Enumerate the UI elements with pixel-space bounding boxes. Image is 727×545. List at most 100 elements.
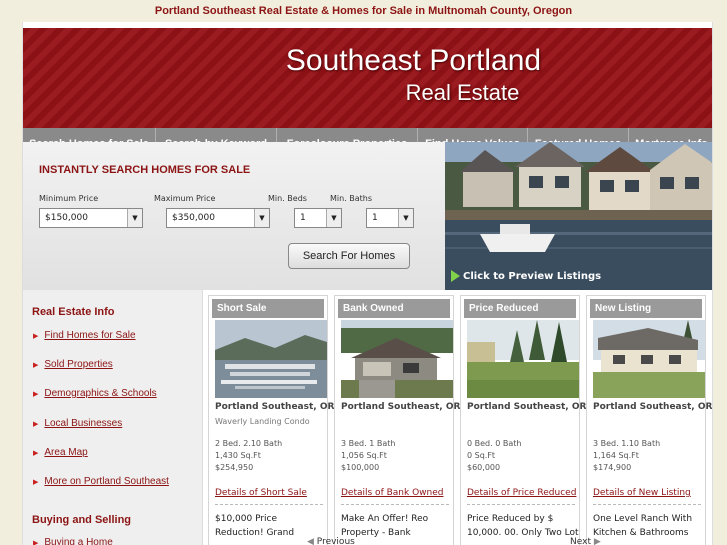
- site-banner[interactable]: Southeast Portland Real Estate: [23, 28, 712, 128]
- sidebar-link-more[interactable]: ▶ More on Portland Southeast: [33, 476, 169, 487]
- sidebar-link-demographics[interactable]: ▶ Demographics & Schools: [33, 388, 157, 399]
- bullet-icon: ▶: [33, 479, 39, 486]
- banner-title: Southeast Portland: [285, 44, 542, 77]
- play-icon: [451, 270, 460, 282]
- min-beds-select[interactable]: 1 ▼: [294, 208, 342, 228]
- listing-city: Portland Southeast, OR: [341, 402, 461, 412]
- sidebar-link-label: More on Portland Southeast: [44, 476, 169, 487]
- listing-description: Make An Offer! Reo Property - Bank: [341, 514, 429, 538]
- dropdown-arrow-icon: ▼: [254, 209, 269, 227]
- sidebar-link-label: Area Map: [44, 447, 88, 458]
- search-heading: INSTANTLY SEARCH HOMES FOR SALE: [39, 164, 251, 176]
- quick-search-panel: INSTANTLY SEARCH HOMES FOR SALE Minimum …: [23, 142, 445, 290]
- max-price-label: Maximum Price: [154, 194, 216, 203]
- listing-city: Portland Southeast, OR: [593, 402, 713, 412]
- bullet-icon: ▶: [33, 540, 39, 545]
- listing-card[interactable]: Price Reduced Portland Southeast, OR 0 B…: [460, 295, 586, 545]
- bullet-icon: ▶: [33, 391, 39, 398]
- listing-beds-baths: 0 Bed. 0 Bath: [467, 439, 522, 448]
- sidebar-link-label: Buying a Home: [44, 537, 113, 545]
- sidebar-link-local-businesses[interactable]: ▶ Local Businesses: [33, 418, 122, 429]
- bullet-icon: ▶: [33, 333, 39, 340]
- divider: [215, 504, 323, 505]
- divider: [341, 504, 449, 505]
- sidebar-link-label: Sold Properties: [44, 359, 113, 370]
- page-header: Portland Southeast Real Estate & Homes f…: [154, 5, 573, 17]
- listing-badge: Price Reduced: [464, 299, 576, 318]
- listing-photo[interactable]: [467, 320, 579, 398]
- sidebar-section-title: Buying and Selling: [32, 514, 132, 526]
- banner-subtitle: Real Estate: [405, 80, 520, 105]
- dropdown-arrow-icon: ▼: [398, 209, 413, 227]
- sidebar-link-find-homes[interactable]: ▶ Find Homes for Sale: [33, 330, 136, 341]
- sidebar-link-label: Local Businesses: [44, 418, 123, 429]
- listing-card[interactable]: New Listing Portland Southeast, OR 3 Bed…: [586, 295, 712, 545]
- listing-badge: Short Sale: [212, 299, 324, 318]
- featured-photo[interactable]: Click to Preview Listings: [445, 142, 712, 290]
- sidebar-link-label: Find Homes for Sale: [44, 330, 136, 341]
- bullet-icon: ▶: [33, 362, 39, 369]
- dropdown-arrow-icon: ▼: [326, 209, 341, 227]
- listing-description: Price Reduced by $ 10,000. 00. Only Two …: [467, 514, 579, 538]
- min-price-label: Minimum Price: [39, 194, 99, 203]
- arrow-right-icon: ▶: [590, 537, 601, 545]
- min-price-select[interactable]: $150,000 ▼: [39, 208, 143, 228]
- min-baths-value: 1: [372, 213, 378, 223]
- listing-image: [593, 320, 705, 398]
- listing-detail-link[interactable]: Details of Price Reduced: [467, 488, 576, 498]
- min-baths-label: Min. Baths: [330, 194, 373, 203]
- listing-image: [341, 320, 453, 398]
- bullet-icon: ▶: [33, 421, 39, 428]
- bullet-icon: ▶: [33, 450, 39, 457]
- previous-label: Previous: [316, 537, 355, 545]
- listing-card[interactable]: Short Sale Portland Southeast, OR Waverl…: [208, 295, 334, 545]
- houseboat-photo: [445, 142, 712, 290]
- listing-photo[interactable]: [215, 320, 327, 398]
- listing-badge: New Listing: [590, 299, 702, 318]
- listing-detail-link[interactable]: Details of Bank Owned: [341, 488, 443, 498]
- next-label: Next: [570, 537, 591, 545]
- min-beds-value: 1: [300, 213, 306, 223]
- previous-button[interactable]: ◀ Previous: [307, 537, 355, 545]
- listing-card[interactable]: Bank Owned Portland Southeast, OR 3 Bed.…: [334, 295, 460, 545]
- arrow-left-icon: ◀: [307, 537, 317, 545]
- listing-image: [467, 320, 579, 398]
- preview-listings-link[interactable]: Click to Preview Listings: [451, 270, 601, 282]
- listing-price: $174,900: [593, 463, 632, 472]
- min-baths-select[interactable]: 1 ▼: [366, 208, 414, 228]
- min-beds-label: Min. Beds: [268, 194, 307, 203]
- divider: [467, 504, 575, 505]
- listing-sqft: 1,430 Sq.Ft: [215, 451, 261, 460]
- sidebar-link-buying-home[interactable]: ▶ Buying a Home: [33, 537, 113, 545]
- listing-city: Portland Southeast, OR: [467, 402, 587, 412]
- listing-photo[interactable]: [593, 320, 705, 398]
- listing-price: $60,000: [467, 463, 501, 472]
- next-button[interactable]: Next ▶: [570, 537, 601, 545]
- listing-description: One Level Ranch With Kitchen & Bathrooms: [593, 514, 693, 538]
- sidebar-link-sold-properties[interactable]: ▶ Sold Properties: [33, 359, 113, 370]
- listing-beds-baths: 3 Bed. 1 Bath: [341, 439, 396, 448]
- listing-beds-baths: 3 Bed. 1.10 Bath: [593, 439, 661, 448]
- sidebar-section-title: Real Estate Info: [32, 306, 115, 318]
- listing-detail-link[interactable]: Details of New Listing: [593, 488, 691, 498]
- page-container: Southeast Portland Real Estate Search Ho…: [22, 22, 713, 545]
- sidebar-link-label: Demographics & Schools: [44, 388, 157, 399]
- listing-city: Portland Southeast, OR: [215, 402, 335, 412]
- max-price-value: $350,000: [172, 213, 215, 223]
- listing-price: $254,950: [215, 463, 254, 472]
- listing-beds-baths: 2 Bed. 2.10 Bath: [215, 439, 283, 448]
- listing-image: [215, 320, 327, 398]
- sidebar: Real Estate Info ▶ Find Homes for Sale ▶ S…: [23, 290, 203, 545]
- listing-description: $10,000 Price Reduction! Grand: [215, 514, 295, 538]
- listing-sqft: 0 Sq.Ft: [467, 451, 496, 460]
- listing-subtitle: Waverly Landing Condo: [215, 417, 310, 426]
- listing-detail-link[interactable]: Details of Short Sale: [215, 488, 307, 498]
- search-homes-button[interactable]: Search For Homes: [288, 243, 410, 269]
- max-price-select[interactable]: $350,000 ▼: [166, 208, 270, 228]
- divider: [593, 504, 701, 505]
- min-price-value: $150,000: [45, 213, 88, 223]
- sidebar-link-area-map[interactable]: ▶ Area Map: [33, 447, 88, 458]
- listing-photo[interactable]: [341, 320, 453, 398]
- listing-sqft: 1,056 Sq.Ft: [341, 451, 387, 460]
- listing-sqft: 1,164 Sq.Ft: [593, 451, 639, 460]
